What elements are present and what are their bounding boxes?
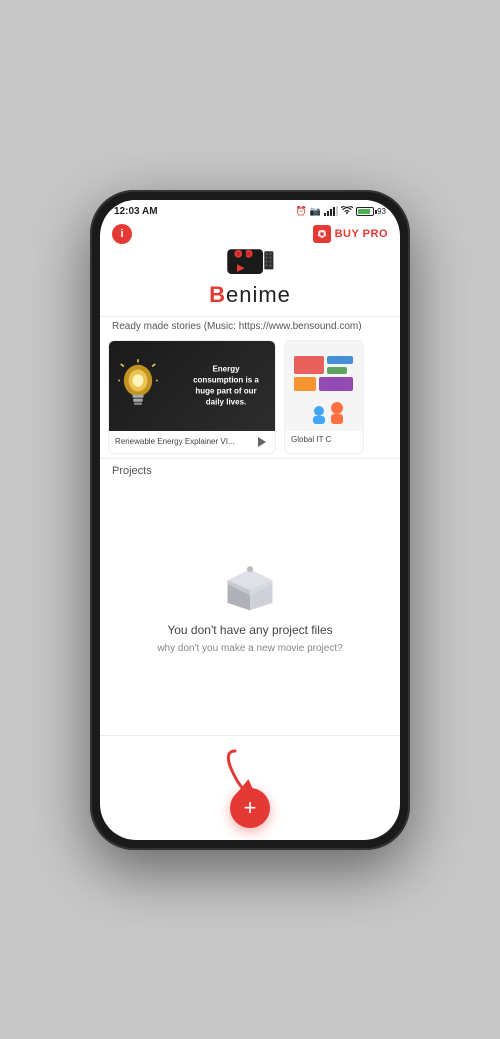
empty-box-icon [220,561,280,611]
signal-icon [324,206,338,218]
phone-frame: 12:03 AM ⏰ 📷 [90,190,410,850]
empty-state: You don't have any project files why don… [100,481,400,735]
projects-label: Projects [100,458,400,481]
add-project-button[interactable]: + [230,788,270,828]
info-button[interactable]: i [112,224,132,244]
fab-plus-icon: + [244,797,257,819]
video-icon: 📷 [310,206,321,217]
stories-section-label: Ready made stories (Music: https://www.b… [100,316,400,336]
energy-text: Energyconsumption is ahuge part of ourda… [181,363,271,408]
story-card-footer: Renewable Energy Explainer VI... [109,431,275,453]
story-thumbnail-energy: Energyconsumption is ahuge part of ourda… [109,341,275,431]
status-icons: ⏰ 📷 [296,206,386,218]
empty-state-subtitle: why don't you make a new movie project? [157,643,342,654]
battery-icon [356,207,374,216]
play-triangle-icon [258,437,266,447]
story-card-global[interactable]: Global IT C [284,340,364,454]
story-title-global: Global IT C [291,435,357,444]
fab-area: + [100,735,400,840]
story-card-energy[interactable]: Energyconsumption is ahuge part of ourda… [108,340,276,454]
app-header: i BUY PRO [100,220,400,316]
wifi-icon [341,206,353,217]
empty-state-title: You don't have any project files [167,623,332,637]
phone-screen: 12:03 AM ⏰ 📷 [100,200,400,840]
projects-section: Projects [100,458,400,735]
app-content: i BUY PRO [100,220,400,840]
logo-area: Benime [209,238,291,308]
status-time: 12:03 AM [114,206,158,217]
buy-pro-button[interactable]: BUY PRO [313,225,388,243]
status-bar: 12:03 AM ⏰ 📷 [100,200,400,220]
battery-percent: 93 [377,207,386,216]
story-title-energy: Renewable Energy Explainer VI... [115,437,255,446]
play-button-energy[interactable] [255,435,269,449]
buy-pro-icon [313,225,331,243]
stories-scroll[interactable]: Energyconsumption is ahuge part of ourda… [100,336,400,458]
buy-pro-label: BUY PRO [335,228,388,240]
app-name: Benime [209,282,291,308]
alarm-icon: ⏰ [296,206,307,217]
story-card-global-footer: Global IT C [285,431,363,448]
camera-logo-icon [224,238,276,280]
story-thumbnail-global [285,341,363,431]
